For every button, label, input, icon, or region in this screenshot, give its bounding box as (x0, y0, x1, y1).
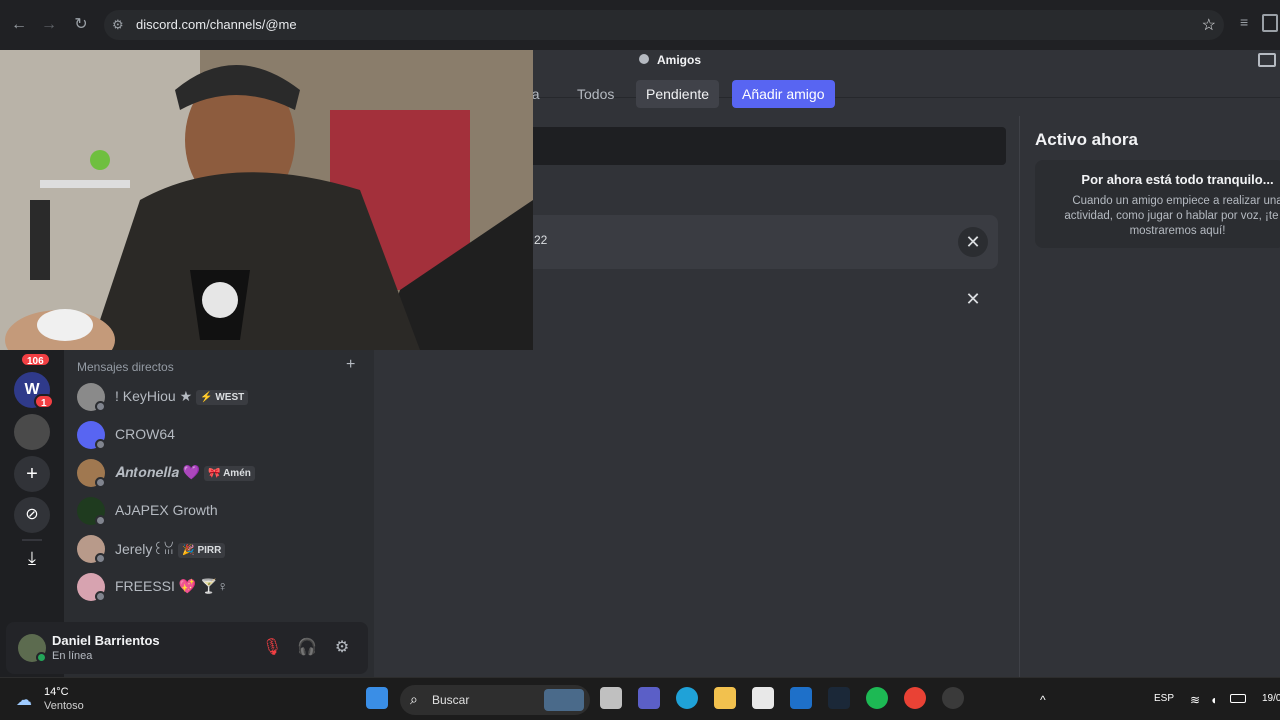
taskbar-search-label: Buscar (432, 693, 470, 707)
dm-name: CROW64 (115, 426, 175, 442)
dm-item[interactable]: FREESSI 💖 🍸♀ (72, 570, 366, 608)
dm-name: ! KeyHiou ★ (115, 388, 193, 404)
volume-icon[interactable]: ◖ (1210, 693, 1217, 707)
status-indicator (95, 553, 106, 564)
add-friend-button[interactable]: Añadir amigo (732, 80, 835, 108)
search-highlight-icon (544, 689, 584, 711)
site-settings-icon[interactable]: ⚙ (112, 17, 128, 33)
server-icon[interactable] (14, 414, 50, 450)
cancel-request-icon[interactable]: ✕ (958, 227, 988, 257)
dm-name: AJAPEX Growth (115, 502, 218, 518)
active-now-title: Activo ahora (1035, 130, 1138, 149)
add-server-icon[interactable]: + (14, 456, 50, 492)
status-indicator (95, 439, 106, 450)
app-icon[interactable] (942, 687, 964, 709)
dm-name: 𝑨𝒏𝒕𝒐𝒏𝒆𝒍𝒍𝒂 💜 (115, 464, 201, 480)
active-now-panel: Activo ahora Por ahora está todo tranqui… (1019, 116, 1280, 677)
dm-item[interactable]: ! KeyHiou ★ ⚡ WEST (72, 380, 366, 418)
status-indicator (95, 477, 106, 488)
mail-icon[interactable] (790, 687, 812, 709)
dm-name: Jerely꒰ꈍ (115, 541, 175, 557)
create-dm-icon[interactable]: + (346, 356, 355, 374)
tab-pending[interactable]: Pendiente (636, 80, 720, 108)
bookmark-star-icon[interactable]: ☆ (1202, 15, 1216, 35)
forward-icon[interactable]: → (38, 14, 60, 36)
clan-tag: 🎀 Amén (204, 466, 255, 481)
clan-tag: 🎉 PIRR (178, 543, 226, 558)
clock-date[interactable]: 19/0 (1262, 693, 1280, 704)
empty-heading: Por ahora está todo tranquilo... (1081, 172, 1274, 187)
user-status-indicator (36, 652, 47, 663)
task-view-icon[interactable] (600, 687, 622, 709)
weather-temp: 14°C (44, 686, 69, 698)
user-status-text: En línea (52, 650, 93, 662)
file-explorer-icon[interactable] (714, 687, 736, 709)
wifi-icon[interactable]: ≋ (1190, 693, 1200, 707)
weather-desc: Ventoso (44, 700, 84, 712)
download-icon[interactable]: ⤓ (14, 540, 50, 576)
friends-icon (639, 54, 649, 64)
steam-icon[interactable] (828, 687, 850, 709)
start-icon[interactable] (366, 687, 388, 709)
clan-tag: ⚡ WEST (196, 390, 249, 405)
status-indicator (95, 515, 106, 526)
teams-icon[interactable] (638, 687, 660, 709)
spotify-icon[interactable] (866, 687, 888, 709)
media-controls-icon[interactable]: ≡ (1240, 14, 1248, 30)
explore-icon[interactable]: ⊘ (14, 497, 50, 533)
sidepanel-icon[interactable] (1262, 14, 1278, 32)
pending-username: 22 (534, 233, 548, 247)
user-name: Daniel Barrientos (52, 633, 160, 648)
reload-icon[interactable]: ↻ (70, 14, 92, 36)
back-icon[interactable]: ← (8, 14, 30, 36)
headphones-icon[interactable]: 🎧 (295, 636, 319, 660)
dm-header: Mensajes directos (77, 360, 174, 374)
dm-name: FREESSI 💖 🍸♀ (115, 578, 229, 594)
empty-body: Cuando un amigo empiece a realizar una a… (1064, 195, 1280, 237)
tab-all[interactable]: Todos (567, 80, 624, 108)
mute-mic-icon[interactable]: 🎙 (260, 636, 284, 660)
edge-icon[interactable] (676, 687, 698, 709)
status-indicator (95, 401, 106, 412)
webcam-feed (0, 50, 533, 350)
user-panel: Daniel Barrientos En línea 🎙 🎧 ⚙ (6, 622, 368, 674)
dm-item[interactable]: Jerely꒰ꈍ 🎉 PIRR (72, 532, 366, 570)
taskbar: ☁ 14°C Ventoso ⌕ Buscar ^ ESP ≋ ◖ 19/0 (0, 677, 1280, 720)
search-icon: ⌕ (410, 691, 418, 707)
chrome-icon[interactable] (904, 687, 926, 709)
notification-badge: 106 (20, 352, 51, 367)
battery-icon[interactable] (1230, 694, 1246, 703)
status-indicator (95, 591, 106, 602)
cancel-request-icon[interactable]: ✕ (958, 284, 988, 314)
address-bar[interactable]: ⚙ discord.com/channels/@me ☆ (104, 10, 1224, 40)
page-title: Amigos (657, 53, 702, 67)
server-badge: 1 (34, 394, 54, 409)
dm-item[interactable]: 𝑨𝒏𝒕𝒐𝒏𝒆𝒍𝒍𝒂 💜 🎀 Amén (72, 456, 366, 494)
weather-icon: ☁ (16, 692, 32, 709)
inbox-icon[interactable] (1258, 53, 1276, 67)
webcam-overlay (0, 50, 533, 350)
tray-overflow-icon[interactable]: ^ (1040, 693, 1046, 707)
dm-item[interactable]: AJAPEX Growth (72, 494, 366, 532)
dm-item[interactable]: CROW64 (72, 418, 366, 456)
input-language[interactable]: ESP (1154, 693, 1174, 704)
active-now-empty: Por ahora está todo tranquilo... Cuando … (1035, 160, 1280, 248)
store-icon[interactable] (752, 687, 774, 709)
url-text: discord.com/channels/@me (136, 17, 297, 32)
browser-toolbar: ← → ↻ ⚙ discord.com/channels/@me ☆ ≡ (0, 0, 1280, 50)
taskbar-search[interactable]: ⌕ Buscar (400, 685, 590, 715)
settings-gear-icon[interactable]: ⚙ (330, 636, 354, 660)
